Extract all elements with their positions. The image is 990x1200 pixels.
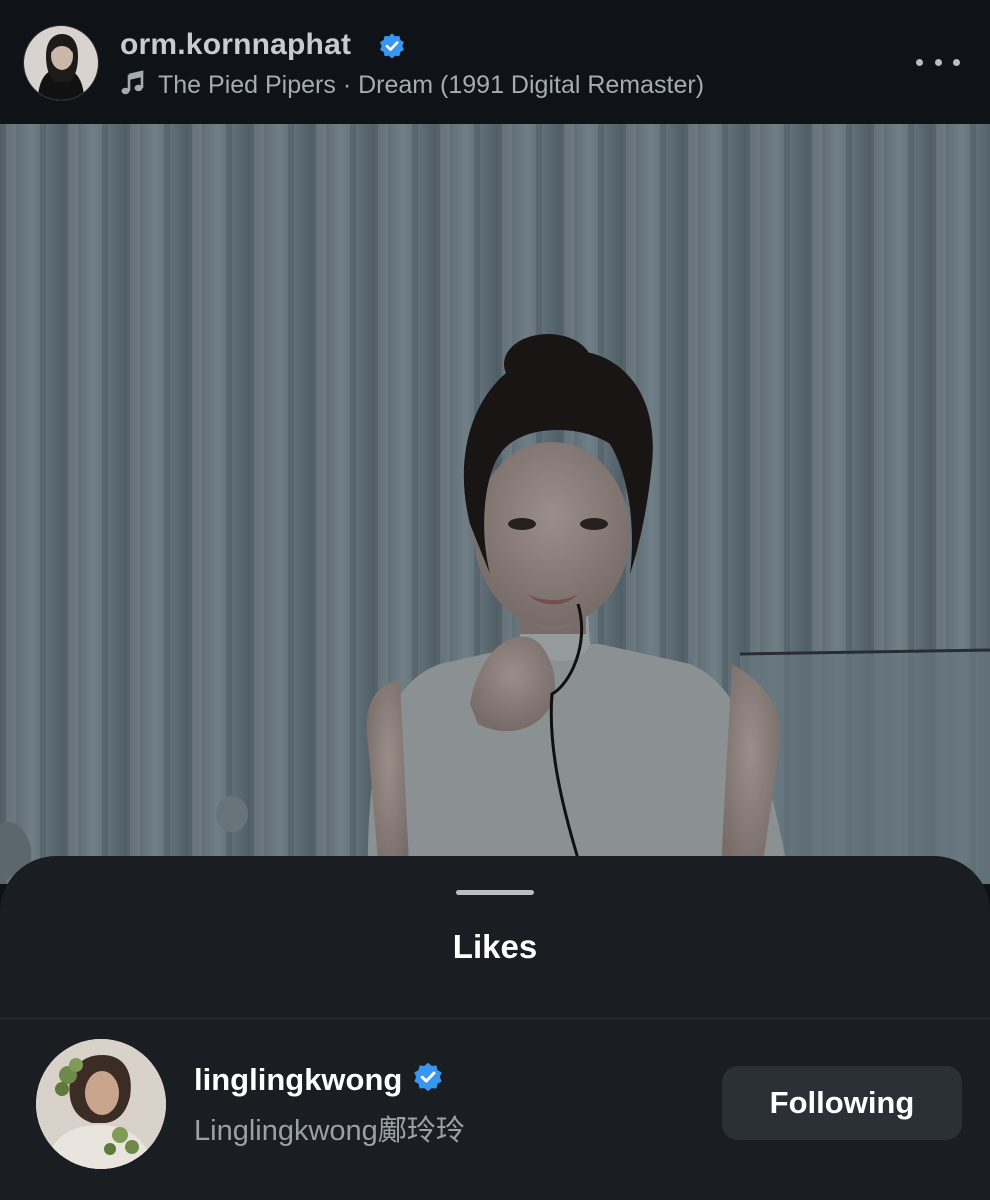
author-username[interactable]: orm.kornnaphat (120, 28, 351, 62)
author-avatar[interactable] (24, 26, 98, 100)
user-full-name: Linglingkwong鄺玲玲 (194, 1115, 465, 1147)
user-username[interactable]: linglingkwong (194, 1062, 402, 1098)
more-horizontal-icon (916, 58, 923, 66)
list-item[interactable]: linglingkwong Linglingkwong鄺玲玲 Following (0, 1019, 990, 1200)
more-dot (934, 58, 942, 66)
sheet-title: Likes (452, 928, 538, 965)
music-track-text: The Pied Pipers · Dream (1991 Digital Re… (158, 70, 705, 99)
post-photo[interactable] (0, 124, 990, 884)
post-header: orm.kornnaphat The Pied Pipers · Dream (… (0, 0, 990, 124)
sheet-drag-handle[interactable] (456, 890, 534, 895)
following-button[interactable]: Following (722, 1066, 962, 1140)
verified-badge-icon (378, 32, 406, 65)
post-viewer: orm.kornnaphat The Pied Pipers · Dream (… (0, 0, 990, 1200)
avatar[interactable] (36, 1039, 166, 1169)
music-attribution[interactable]: The Pied Pipers · Dream (1991 Digital Re… (120, 68, 704, 102)
verified-badge-icon (412, 1061, 444, 1098)
user-name-wrap: linglingkwong (194, 1061, 444, 1098)
more-options-button[interactable] (916, 50, 960, 74)
likes-sheet: Likes linglingkwong Linglingkwong鄺玲玲 Fol… (0, 856, 990, 1200)
more-dot (953, 58, 960, 66)
music-note-icon (120, 69, 146, 101)
